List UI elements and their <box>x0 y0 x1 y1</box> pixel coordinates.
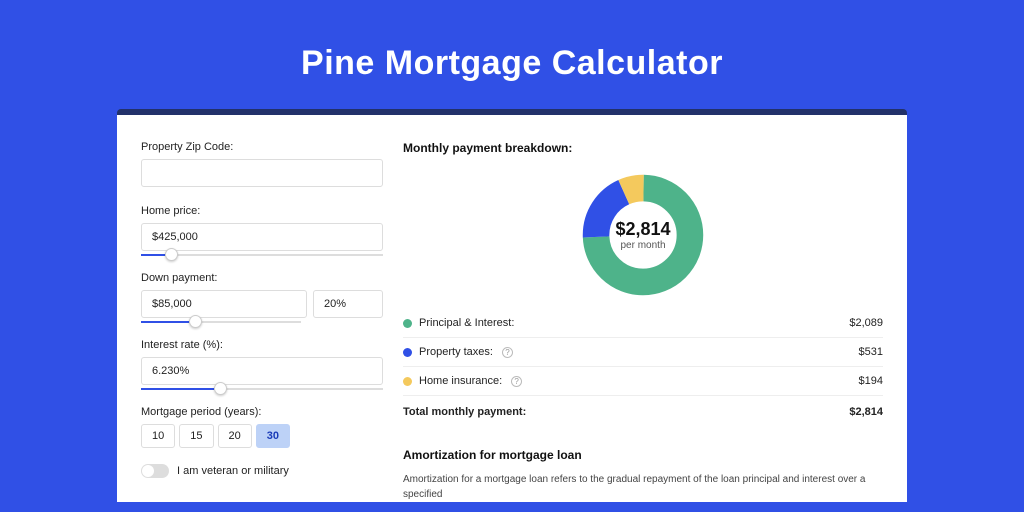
zip-label: Property Zip Code: <box>141 141 383 153</box>
field-zip: Property Zip Code: <box>141 141 383 189</box>
field-mortgage-period: Mortgage period (years): 10 15 20 30 <box>141 406 383 448</box>
legend-total-label: Total monthly payment: <box>403 406 526 418</box>
down-payment-percent-input[interactable] <box>313 290 383 318</box>
legend-label: Home insurance: <box>419 375 502 387</box>
calculator-panel-shadow: Property Zip Code: Home price: Down paym… <box>117 109 907 502</box>
down-payment-slider[interactable] <box>141 321 301 323</box>
help-icon[interactable]: ? <box>502 347 513 358</box>
page-title: Pine Mortgage Calculator <box>0 0 1024 109</box>
breakdown-title: Monthly payment breakdown: <box>403 141 883 155</box>
legend-row-insurance: Home insurance: ? $194 <box>403 367 883 396</box>
mortgage-period-options: 10 15 20 30 <box>141 424 383 448</box>
legend-value: $531 <box>859 346 883 358</box>
legend-value: $2,089 <box>849 317 883 329</box>
donut-chart: $2,814 per month <box>581 173 705 297</box>
legend-row-principal: Principal & Interest: $2,089 <box>403 309 883 338</box>
amortization-title: Amortization for mortgage loan <box>403 448 883 462</box>
legend-dot-icon <box>403 377 412 386</box>
interest-rate-label: Interest rate (%): <box>141 339 383 351</box>
veteran-toggle-label: I am veteran or military <box>177 465 289 477</box>
legend-row-taxes: Property taxes: ? $531 <box>403 338 883 367</box>
period-option-30[interactable]: 30 <box>256 424 290 448</box>
breakdown-column: Monthly payment breakdown: $2,814 per mo… <box>403 141 883 502</box>
legend-label: Principal & Interest: <box>419 317 514 329</box>
veteran-toggle[interactable] <box>141 464 169 478</box>
legend-total-value: $2,814 <box>849 406 883 418</box>
home-price-slider-thumb[interactable] <box>165 248 178 261</box>
legend-value: $194 <box>859 375 883 387</box>
period-option-20[interactable]: 20 <box>218 424 252 448</box>
amortization-text: Amortization for a mortgage loan refers … <box>403 472 883 502</box>
period-option-15[interactable]: 15 <box>179 424 213 448</box>
legend-dot-icon <box>403 348 412 357</box>
veteran-toggle-knob <box>142 465 154 477</box>
field-interest-rate: Interest rate (%): <box>141 339 383 390</box>
field-veteran: I am veteran or military <box>141 464 383 478</box>
interest-rate-slider-thumb[interactable] <box>214 382 227 395</box>
calculator-panel: Property Zip Code: Home price: Down paym… <box>117 115 907 502</box>
period-option-10[interactable]: 10 <box>141 424 175 448</box>
help-icon[interactable]: ? <box>511 376 522 387</box>
legend-label: Property taxes: <box>419 346 493 358</box>
donut-chart-wrap: $2,814 per month <box>403 165 883 309</box>
legend-row-total: Total monthly payment: $2,814 <box>403 396 883 426</box>
home-price-slider[interactable] <box>141 254 383 256</box>
mortgage-period-label: Mortgage period (years): <box>141 406 383 418</box>
field-down-payment: Down payment: <box>141 272 383 323</box>
home-price-input[interactable] <box>141 223 383 251</box>
down-payment-slider-thumb[interactable] <box>189 315 202 328</box>
donut-amount-sub: per month <box>620 240 665 251</box>
field-home-price: Home price: <box>141 205 383 256</box>
donut-center: $2,814 per month <box>581 173 705 297</box>
inputs-column: Property Zip Code: Home price: Down paym… <box>141 141 383 502</box>
interest-rate-input[interactable] <box>141 357 383 385</box>
donut-amount: $2,814 <box>615 219 670 240</box>
interest-rate-slider[interactable] <box>141 388 383 390</box>
zip-input[interactable] <box>141 159 383 187</box>
home-price-label: Home price: <box>141 205 383 217</box>
down-payment-amount-input[interactable] <box>141 290 307 318</box>
down-payment-label: Down payment: <box>141 272 383 284</box>
legend-dot-icon <box>403 319 412 328</box>
